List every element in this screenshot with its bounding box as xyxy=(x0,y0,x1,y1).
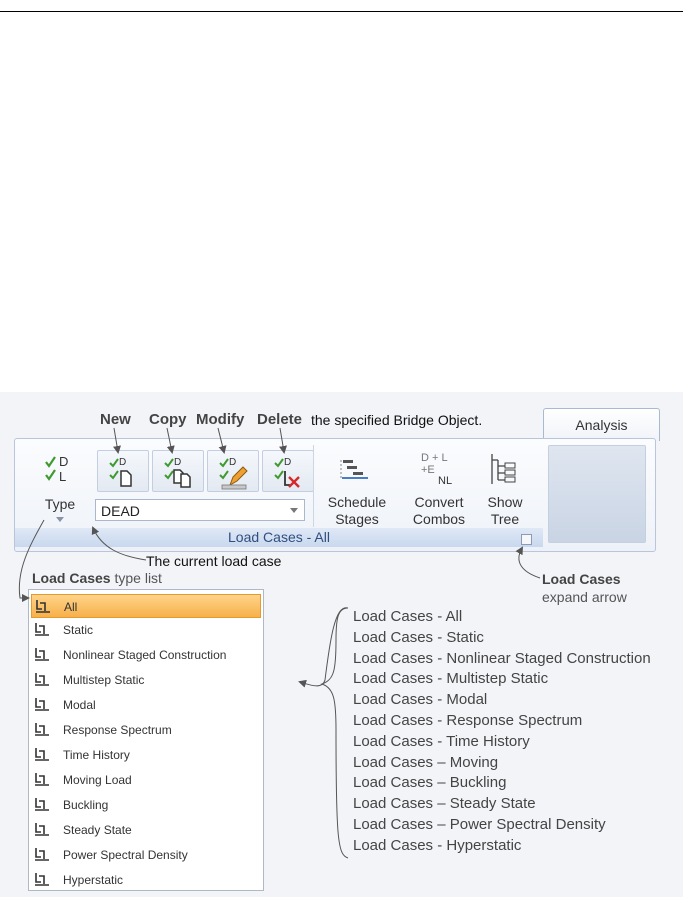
new-document-icon: D xyxy=(109,457,132,487)
group-title: Load Cases – Power Spectral Density xyxy=(353,815,606,833)
expand-arrow-callout: Load Cases expand arrow xyxy=(542,571,627,605)
list-item-power-spectral-density[interactable]: Power Spectral Density xyxy=(31,843,261,867)
type-button[interactable]: D L Type xyxy=(30,450,90,526)
show-tree-line2: Tree xyxy=(490,511,520,527)
load-case-icon xyxy=(35,748,49,761)
analysis-tab-panel xyxy=(548,445,646,543)
svg-text:D: D xyxy=(284,457,291,468)
show-tree-button[interactable]: Show Tree xyxy=(476,450,534,528)
load-case-type-list: All Static Nonlinear Staged Construction… xyxy=(28,589,264,891)
type-icon: D L xyxy=(45,454,68,484)
load-case-icon xyxy=(35,873,49,886)
load-case-icon xyxy=(35,723,49,736)
convert-combos-line1: Convert xyxy=(414,494,464,510)
type-list-callout: Load Cases type list xyxy=(32,570,162,586)
svg-text:L: L xyxy=(59,469,66,484)
top-rule xyxy=(0,11,683,12)
group-title: Load Cases - All xyxy=(353,608,463,625)
convert-combos-line2: Combos xyxy=(412,511,466,527)
group-title: Load Cases - Static xyxy=(353,628,484,646)
delete-x-icon: D xyxy=(274,457,300,488)
svg-text:D: D xyxy=(59,454,68,469)
group-title: Load Cases - Response Spectrum xyxy=(353,711,583,729)
list-item-response-spectrum[interactable]: Response Spectrum xyxy=(31,718,261,742)
current-load-case-dropdown[interactable]: DEAD xyxy=(95,499,305,521)
list-item-static[interactable]: Static xyxy=(31,618,261,642)
list-item-buckling[interactable]: Buckling xyxy=(31,793,261,817)
group-title: Load Cases - Multistep Static xyxy=(353,670,549,688)
list-item-hyperstatic[interactable]: Hyperstatic xyxy=(31,868,261,892)
copy-document-icon: D xyxy=(164,457,191,488)
group-title: Load Cases - Nonlinear Staged Constructi… xyxy=(353,649,651,667)
current-load-case-callout: The current load case xyxy=(146,553,282,569)
svg-text:D: D xyxy=(229,457,236,468)
modify-callout: Modify xyxy=(196,411,245,428)
load-case-icon xyxy=(35,648,49,661)
show-tree-line1: Show xyxy=(487,494,523,510)
ribbon-separator xyxy=(313,445,314,527)
schedule-stages-line1: Schedule xyxy=(327,494,387,510)
svg-text:+E: +E xyxy=(421,464,435,476)
load-case-icon xyxy=(35,623,49,636)
list-item-time-history[interactable]: Time History xyxy=(31,743,261,767)
load-case-icon xyxy=(35,798,49,811)
tree-icon xyxy=(491,454,516,484)
load-case-icon xyxy=(35,673,49,686)
schedule-stages-button[interactable]: Schedule Stages xyxy=(320,452,394,528)
chevron-down-icon xyxy=(56,517,64,522)
tab-analysis[interactable]: Analysis xyxy=(543,408,660,441)
group-title: Load Cases – Moving xyxy=(353,753,499,771)
svg-text:D: D xyxy=(119,457,126,468)
load-case-icon xyxy=(35,823,49,836)
list-item-steady-state[interactable]: Steady State xyxy=(31,818,261,842)
convert-combos-button[interactable]: D + L +E NL Convert Combos xyxy=(402,450,476,528)
svg-text:NL: NL xyxy=(438,475,452,487)
group-title: Load Cases - Modal xyxy=(353,691,488,709)
modify-load-case-button[interactable]: D xyxy=(207,450,259,492)
list-item-modal[interactable]: Modal xyxy=(31,693,261,717)
delete-load-case-button[interactable]: D xyxy=(262,450,314,492)
copy-callout: Copy xyxy=(149,411,187,428)
load-case-icon xyxy=(35,698,49,711)
specified-callout: the specified Bridge Object. xyxy=(311,412,483,428)
group-title: Load Cases - Time History xyxy=(353,732,530,750)
load-case-icon xyxy=(35,848,49,861)
convert-combos-icon: D + L +E NL xyxy=(421,452,452,487)
group-title: Load Cases – Buckling xyxy=(353,774,507,792)
list-item-nonlinear-staged[interactable]: Nonlinear Staged Construction xyxy=(31,643,261,667)
load-cases-group-label: Load Cases - All xyxy=(15,528,543,547)
group-title: Load Cases - Hyperstatic xyxy=(353,836,522,854)
delete-callout: Delete xyxy=(257,411,303,428)
schedule-stages-icon xyxy=(340,460,368,480)
list-item-all[interactable]: All xyxy=(31,594,261,618)
load-case-icon xyxy=(36,600,50,613)
list-item-multistep-static[interactable]: Multistep Static xyxy=(31,668,261,692)
modify-pencil-icon: D xyxy=(219,457,248,490)
current-load-case-value: DEAD xyxy=(101,503,140,519)
expand-arrow-icon[interactable] xyxy=(521,534,532,545)
group-title-list: Load Cases - All Load Cases - Static Loa… xyxy=(353,607,651,857)
list-item-moving-load[interactable]: Moving Load xyxy=(31,768,261,792)
new-callout: New xyxy=(100,411,131,428)
svg-text:D: D xyxy=(174,457,181,468)
dropdown-arrow-icon xyxy=(290,508,298,513)
load-case-icon xyxy=(35,773,49,786)
svg-text:D + L: D + L xyxy=(421,452,448,464)
copy-load-case-button[interactable]: D xyxy=(152,450,204,492)
schedule-stages-line2: Stages xyxy=(335,511,379,527)
group-title: Load Cases – Steady State xyxy=(353,795,536,813)
type-label: Type xyxy=(44,496,76,512)
new-load-case-button[interactable]: D xyxy=(97,450,149,492)
